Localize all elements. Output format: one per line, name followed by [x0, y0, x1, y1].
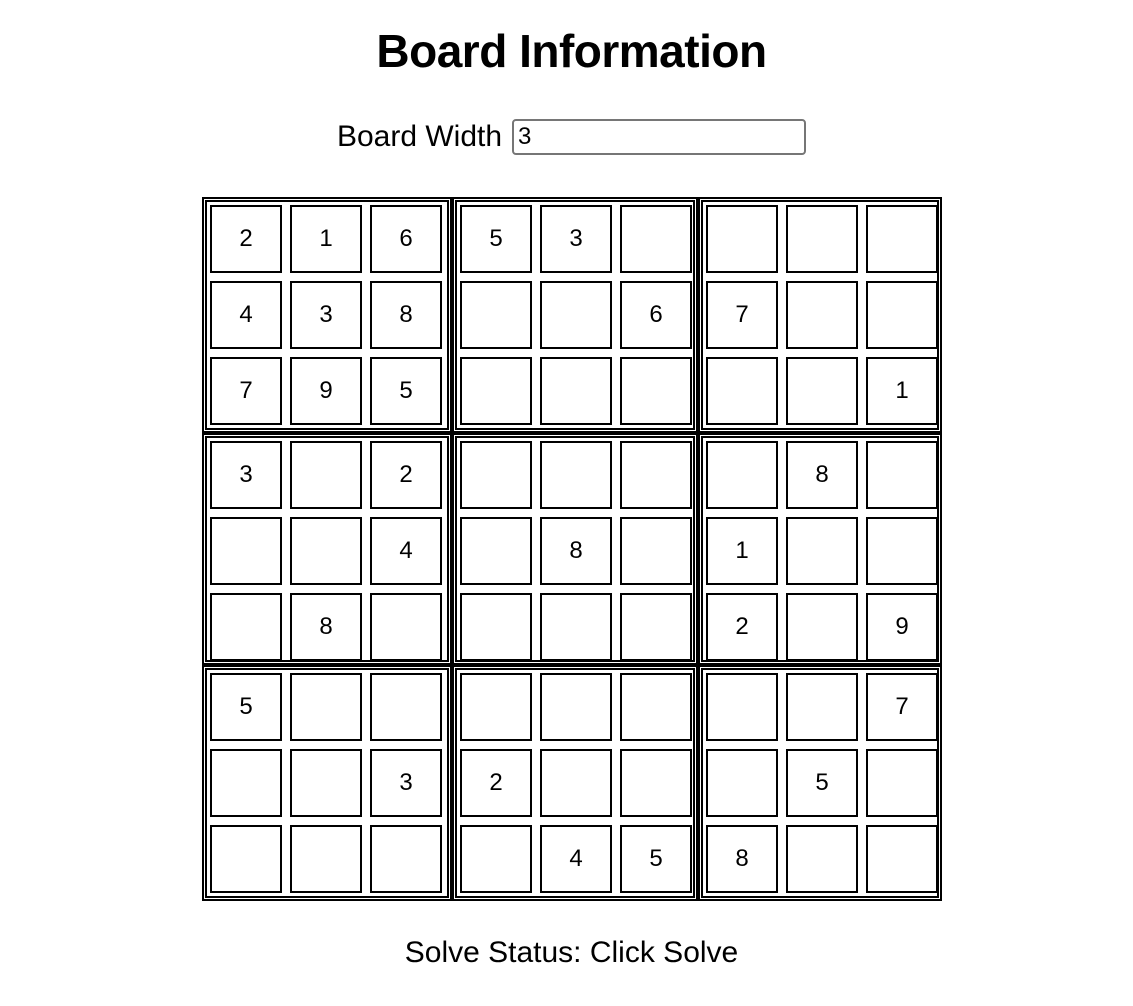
board-cell[interactable]: 8	[290, 593, 362, 661]
page-title: Board Information	[376, 25, 767, 77]
board-cell[interactable]	[540, 357, 612, 425]
board-cell[interactable]: 2	[460, 749, 532, 817]
board-cell[interactable]	[460, 357, 532, 425]
board-cell[interactable]	[706, 357, 778, 425]
board-cell[interactable]	[460, 441, 532, 509]
board-cell[interactable]: 3	[210, 441, 282, 509]
board-cell[interactable]: 7	[866, 673, 938, 741]
board-cell[interactable]	[866, 441, 938, 509]
board-cell[interactable]	[290, 825, 362, 893]
board-width-row: Board Width	[0, 119, 1133, 155]
board-cell[interactable]	[540, 281, 612, 349]
board-cell[interactable]	[290, 749, 362, 817]
board-cell[interactable]	[370, 825, 442, 893]
board-cell[interactable]	[540, 749, 612, 817]
board-cell[interactable]	[706, 441, 778, 509]
board-cell[interactable]	[620, 441, 692, 509]
board-cell[interactable]	[620, 205, 692, 273]
board-cell[interactable]: 3	[370, 749, 442, 817]
board-cell[interactable]	[290, 441, 362, 509]
board-cell[interactable]: 8	[786, 441, 858, 509]
board-cell[interactable]: 2	[210, 205, 282, 273]
board-cell[interactable]: 5	[620, 825, 692, 893]
board-cell[interactable]: 3	[290, 281, 362, 349]
board-cell[interactable]	[210, 825, 282, 893]
board-cell[interactable]	[370, 593, 442, 661]
board-cell[interactable]: 5	[786, 749, 858, 817]
board-cell[interactable]	[540, 441, 612, 509]
board-cell[interactable]: 2	[370, 441, 442, 509]
board-cell[interactable]: 4	[370, 517, 442, 585]
board-cell[interactable]	[210, 593, 282, 661]
board-cell[interactable]	[210, 749, 282, 817]
board-cell[interactable]	[460, 281, 532, 349]
board-cell[interactable]	[786, 357, 858, 425]
board-cell[interactable]: 4	[210, 281, 282, 349]
board-cell[interactable]: 1	[290, 205, 362, 273]
board-cell[interactable]	[866, 205, 938, 273]
board-cell[interactable]: 8	[540, 517, 612, 585]
board-cell[interactable]: 6	[620, 281, 692, 349]
sudoku-board: 2165343867795132848182957325458	[202, 197, 942, 901]
board-cell[interactable]: 8	[370, 281, 442, 349]
board-width-label: Board Width	[336, 120, 503, 153]
board-cell[interactable]	[370, 673, 442, 741]
board-cell[interactable]: 9	[866, 593, 938, 661]
board-cell[interactable]	[540, 673, 612, 741]
board-cell[interactable]	[786, 281, 858, 349]
board-cell[interactable]	[786, 517, 858, 585]
board-cell[interactable]	[620, 357, 692, 425]
board-cell[interactable]: 5	[460, 205, 532, 273]
board-cell[interactable]: 8	[706, 825, 778, 893]
board-cell[interactable]: 3	[540, 205, 612, 273]
board-cell[interactable]	[866, 281, 938, 349]
board-cell[interactable]	[706, 749, 778, 817]
board-cell[interactable]	[786, 593, 858, 661]
board-cell[interactable]	[620, 517, 692, 585]
board-cell[interactable]	[460, 517, 532, 585]
board-cell[interactable]: 6	[370, 205, 442, 273]
board-cell[interactable]: 1	[706, 517, 778, 585]
board-cell[interactable]	[290, 673, 362, 741]
board-cell[interactable]	[460, 593, 532, 661]
board-cell[interactable]: 1	[866, 357, 938, 425]
board-cell[interactable]	[460, 825, 532, 893]
board-cell[interactable]	[290, 517, 362, 585]
solve-status: Solve Status: Click Solve	[404, 936, 739, 969]
board-cell[interactable]	[620, 673, 692, 741]
board-cell[interactable]	[786, 673, 858, 741]
board-cell[interactable]	[620, 749, 692, 817]
board-cell[interactable]: 9	[290, 357, 362, 425]
board-cell[interactable]	[786, 205, 858, 273]
board-cell[interactable]: 7	[706, 281, 778, 349]
board-cell[interactable]: 5	[370, 357, 442, 425]
board-cell[interactable]	[210, 517, 282, 585]
board-cell[interactable]	[540, 593, 612, 661]
board-cell[interactable]	[786, 825, 858, 893]
board-cell[interactable]	[460, 673, 532, 741]
board-cell[interactable]	[866, 825, 938, 893]
board-cell[interactable]: 5	[210, 673, 282, 741]
board-cell[interactable]	[706, 205, 778, 273]
board-width-input[interactable]	[512, 119, 807, 155]
board-cell[interactable]	[620, 593, 692, 661]
board-cell[interactable]	[706, 673, 778, 741]
board-cell[interactable]: 7	[210, 357, 282, 425]
board-cell[interactable]	[866, 749, 938, 817]
board-cell[interactable]: 2	[706, 593, 778, 661]
board-cell[interactable]: 4	[540, 825, 612, 893]
board-cell[interactable]	[866, 517, 938, 585]
